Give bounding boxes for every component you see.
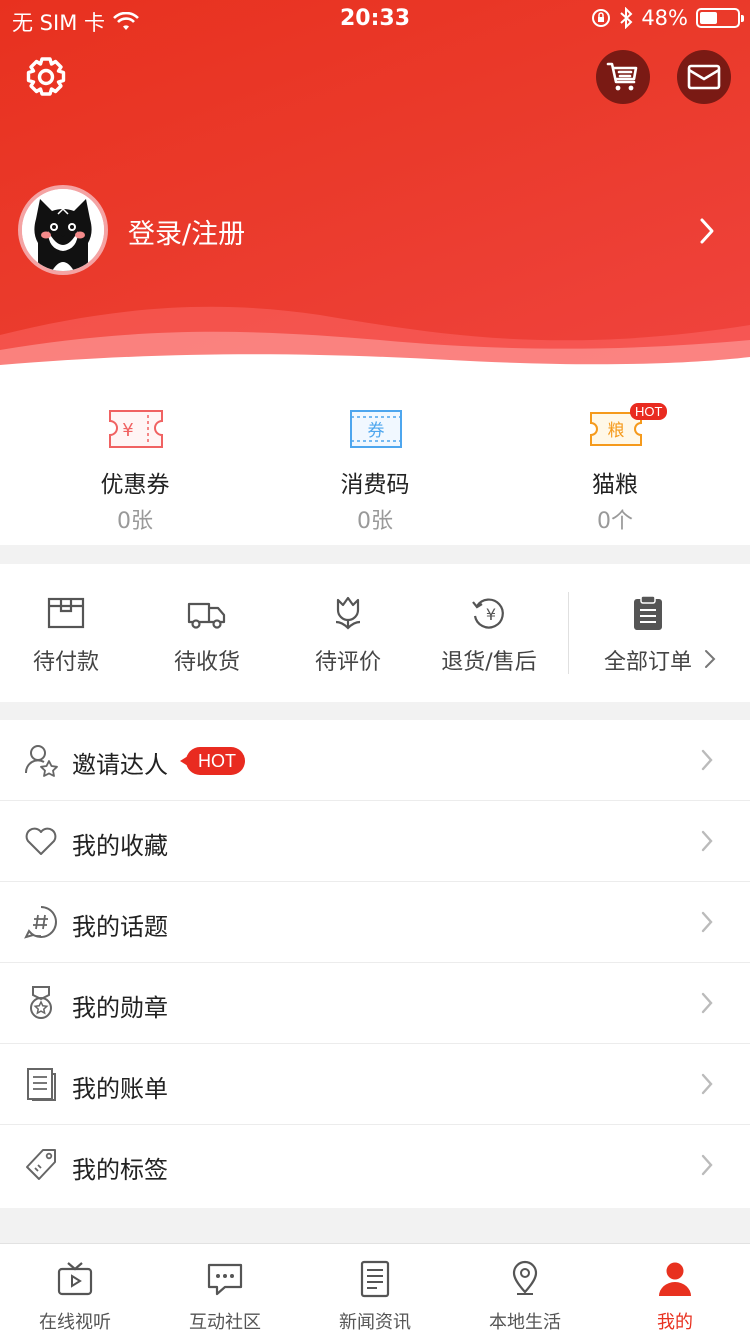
menu-invite[interactable]: 邀请达人 HOT: [0, 720, 750, 801]
chevron-right-icon: [701, 830, 713, 852]
stat-count: 0张: [117, 509, 153, 534]
medal-icon: [30, 986, 52, 1019]
menu-label: 我的话题: [72, 913, 168, 941]
bill-icon: [27, 1068, 56, 1101]
chevron-right-icon: [701, 911, 713, 933]
chevron-right-icon: [701, 992, 713, 1014]
order-label: 待评价: [314, 650, 381, 675]
tab-label: 我的: [657, 1312, 693, 1333]
chevron-right-icon: [705, 650, 716, 668]
menu-medals[interactable]: 我的勋章: [0, 963, 750, 1044]
chevron-right-icon: [701, 1154, 713, 1176]
tab-community[interactable]: 互动社区: [150, 1244, 300, 1333]
user-icon: [659, 1262, 691, 1296]
settings-menu: 邀请达人 HOT 我的收藏 我的话题 我的勋章 我的账单 我的标签: [0, 720, 750, 1208]
chevron-right-icon: [701, 1073, 713, 1095]
location-icon: [512, 1260, 538, 1295]
stat-label: 猫粮: [592, 472, 638, 498]
stat-voucher-code[interactable]: 券 消费码 0张: [250, 385, 500, 545]
chevron-right-icon: [701, 749, 713, 771]
stat-count: 0个: [597, 509, 633, 534]
tab-local-life[interactable]: 本地生活: [450, 1244, 600, 1333]
truck-icon: [187, 602, 226, 629]
flower-icon: [335, 596, 361, 630]
order-pending-payment[interactable]: 待付款: [0, 564, 136, 702]
hot-badge: HOT: [180, 747, 245, 775]
orders-panel: 待付款 待收货 待评价 ¥ 退货/售后 全部订单: [0, 564, 750, 702]
voucher-icon-text: 券: [368, 421, 385, 441]
cat-food-icon-text: 粮: [608, 421, 625, 441]
menu-tags[interactable]: 我的标签: [0, 1125, 750, 1206]
order-pending-receipt[interactable]: 待收货: [137, 564, 277, 702]
stat-cat-food[interactable]: 粮 HOT 猫粮 0个: [490, 385, 740, 545]
assets-panel: ¥ 优惠券 0张 券 消费码 0张 粮 HOT 猫粮 0个: [0, 385, 750, 545]
coupon-icon-text: ¥: [122, 420, 133, 441]
avatar[interactable]: [18, 185, 108, 275]
menu-label: 我的勋章: [72, 994, 168, 1022]
order-label: 退货/售后: [441, 650, 537, 675]
settings-gear-icon[interactable]: [24, 55, 68, 99]
tag-icon: [26, 1149, 56, 1180]
tab-label: 新闻资讯: [339, 1312, 411, 1333]
tab-label: 互动社区: [189, 1312, 261, 1333]
order-returns[interactable]: ¥ 退货/售后: [419, 564, 559, 702]
stat-count: 0张: [357, 509, 393, 534]
tab-news[interactable]: 新闻资讯: [300, 1244, 450, 1333]
menu-favorites[interactable]: 我的收藏: [0, 801, 750, 882]
cart-button[interactable]: [596, 50, 650, 104]
chevron-right-icon[interactable]: [692, 214, 722, 248]
status-right: 48%: [591, 6, 744, 30]
menu-label: 我的标签: [72, 1156, 168, 1184]
invite-icon: [24, 745, 58, 777]
all-orders-button[interactable]: 全部订单: [570, 564, 750, 702]
cart-icon: [606, 62, 638, 91]
wallet-icon: [47, 597, 85, 629]
clipboard-icon: [634, 595, 662, 630]
stat-label: 消费码: [340, 472, 410, 498]
header-wave-decoration: [0, 306, 750, 385]
order-label: 待收货: [173, 650, 240, 675]
order-pending-review[interactable]: 待评价: [278, 564, 418, 702]
news-icon: [360, 1260, 390, 1298]
menu-topics[interactable]: 我的话题: [0, 882, 750, 963]
mail-icon: [687, 64, 721, 90]
battery-percent: 48%: [641, 6, 688, 30]
menu-bills[interactable]: 我的账单: [0, 1044, 750, 1125]
stat-label: 优惠券: [100, 472, 170, 498]
heart-icon: [25, 827, 57, 855]
all-orders-label: 全部订单: [604, 650, 693, 675]
menu-label: 我的账单: [72, 1075, 168, 1103]
stat-coupon[interactable]: ¥ 优惠券 0张: [10, 385, 260, 545]
order-label: 待付款: [32, 650, 99, 675]
tab-bar: 在线视听 互动社区 新闻资讯 本地生活 我的: [0, 1243, 750, 1333]
svg-text:¥: ¥: [486, 605, 496, 624]
voucher-icon: 券: [350, 410, 402, 448]
refund-icon: ¥: [472, 598, 504, 629]
battery-icon: [696, 8, 744, 28]
cat-avatar-icon: [22, 189, 104, 271]
tab-online-media[interactable]: 在线视听: [0, 1244, 150, 1333]
tab-label: 本地生活: [489, 1312, 561, 1333]
battery-fill: [700, 12, 717, 24]
profile-header: 无 SIM 卡 20:33 48% 登录/注册: [0, 0, 750, 385]
rotation-lock-icon: [592, 9, 611, 27]
divider: [568, 592, 569, 674]
status-bar: 无 SIM 卡 20:33 48%: [0, 0, 750, 40]
tv-icon: [57, 1262, 93, 1296]
menu-label: 我的收藏: [72, 832, 168, 860]
tab-label: 在线视听: [39, 1312, 111, 1333]
message-button[interactable]: [677, 50, 731, 104]
login-register-link[interactable]: 登录/注册: [128, 212, 245, 251]
bluetooth-icon: [620, 7, 633, 29]
menu-label: 邀请达人: [72, 751, 168, 779]
chat-icon: [207, 1263, 243, 1296]
coupon-icon: ¥: [109, 410, 163, 448]
hot-badge: HOT: [630, 403, 668, 420]
hashtag-icon: [24, 906, 57, 939]
tab-mine[interactable]: 我的: [600, 1244, 750, 1333]
